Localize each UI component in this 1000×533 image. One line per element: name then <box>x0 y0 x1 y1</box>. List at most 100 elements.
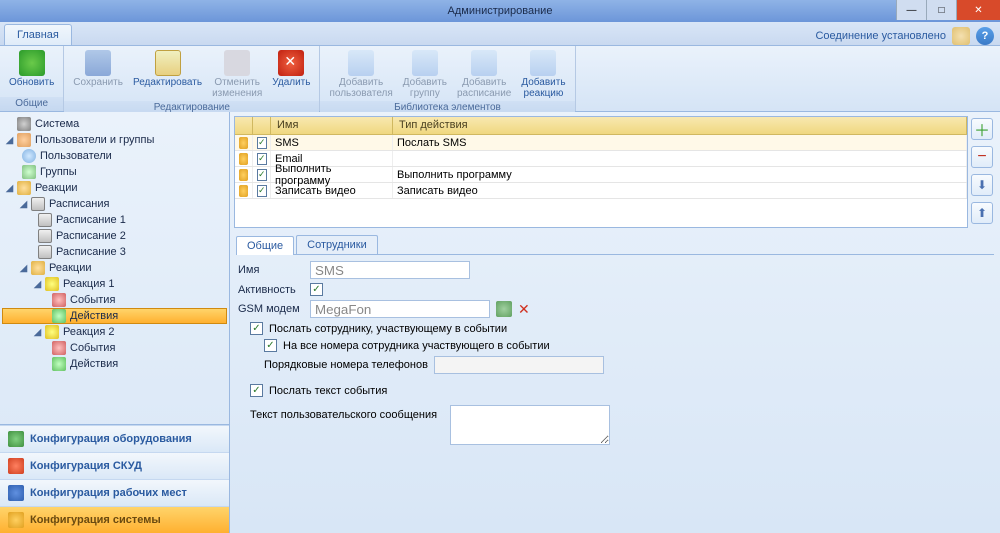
ord-numbers-input[interactable] <box>434 356 604 374</box>
modem-pick-icon[interactable] <box>496 301 512 317</box>
schedule-icon <box>38 213 52 227</box>
minimize-button[interactable]: — <box>896 0 926 20</box>
table-row[interactable]: ✓ Записать видео Записать видео <box>235 183 967 199</box>
react-icon <box>17 181 31 195</box>
tree-actions2[interactable]: Действия <box>2 356 227 372</box>
close-button[interactable]: ✕ <box>956 0 1000 20</box>
remove-row-button[interactable]: − <box>971 146 993 168</box>
tree-sched3[interactable]: Расписание 3 <box>2 244 227 260</box>
name-label: Имя <box>238 264 310 276</box>
gear-icon <box>17 117 31 131</box>
tab-general[interactable]: Общие <box>236 236 294 255</box>
row-checkbox[interactable]: ✓ <box>257 185 267 197</box>
add-group-button[interactable]: Добавить группу <box>398 48 452 101</box>
delete-button[interactable]: Удалить <box>267 48 315 101</box>
tree-sched1[interactable]: Расписание 1 <box>2 212 227 228</box>
help-icon[interactable]: ? <box>976 27 994 45</box>
sidebar-item-workplaces[interactable]: Конфигурация рабочих мест <box>0 479 229 506</box>
row-icon <box>239 153 248 165</box>
activity-label: Активность <box>238 284 310 296</box>
bolt-icon <box>45 277 59 291</box>
move-up-button[interactable]: ⬆ <box>971 202 993 224</box>
edit-button[interactable]: Редактировать <box>128 48 207 101</box>
sidebar: Система ◢Пользователи и группы Пользоват… <box>0 112 230 533</box>
row-icon <box>239 169 248 181</box>
send-participant-label: Послать сотруднику, участвующему в событ… <box>269 323 507 335</box>
schedule-icon <box>38 245 52 259</box>
table-row[interactable]: ✓ SMS Послать SMS <box>235 135 967 151</box>
maximize-button[interactable]: □ <box>926 0 956 20</box>
ribbon-group-general: Общие <box>0 97 63 111</box>
tree-users-groups[interactable]: ◢Пользователи и группы <box>2 132 227 148</box>
tree-groups[interactable]: Группы <box>2 164 227 180</box>
sidebar-item-system[interactable]: Конфигурация системы <box>0 506 229 533</box>
tree-system[interactable]: Система <box>2 116 227 132</box>
refresh-button[interactable]: Обновить <box>4 48 59 97</box>
user-msg-label: Текст пользовательского сообщения <box>250 405 450 421</box>
tab-staff[interactable]: Сотрудники <box>296 235 378 254</box>
add-row-button[interactable]: ＋ <box>971 118 993 140</box>
sys-icon <box>8 512 24 528</box>
wp-icon <box>8 485 24 501</box>
modem-input[interactable] <box>310 300 490 318</box>
tree-schedules[interactable]: ◢Расписания <box>2 196 227 212</box>
tab-main[interactable]: Главная <box>4 24 72 45</box>
tree-react2[interactable]: ◢Реакция 2 <box>2 324 227 340</box>
row-checkbox[interactable]: ✓ <box>257 137 267 149</box>
name-input[interactable] <box>310 261 470 279</box>
undo-button[interactable]: Отменить изменения <box>207 48 267 101</box>
tree-events1[interactable]: События <box>2 292 227 308</box>
tree-sched2[interactable]: Расписание 2 <box>2 228 227 244</box>
event-icon <box>52 341 66 355</box>
ord-numbers-label: Порядковые номера телефонов <box>264 359 428 371</box>
col-name[interactable]: Имя <box>271 117 393 134</box>
connection-icon <box>952 27 970 45</box>
row-checkbox[interactable]: ✓ <box>257 169 267 181</box>
add-schedule-button[interactable]: Добавить расписание <box>452 48 516 101</box>
tree-react1[interactable]: ◢Реакция 1 <box>2 276 227 292</box>
tree-events2[interactable]: События <box>2 340 227 356</box>
activity-checkbox[interactable]: ✓ <box>310 283 323 296</box>
col-type[interactable]: Тип действия <box>393 117 967 134</box>
move-down-button[interactable]: ⬇ <box>971 174 993 196</box>
action-icon <box>52 357 66 371</box>
sidebar-item-skud[interactable]: Конфигурация СКУД <box>0 452 229 479</box>
modem-label: GSM модем <box>238 303 310 315</box>
add-schedule-icon <box>471 50 497 76</box>
tree-reactions2[interactable]: ◢Реакции <box>2 260 227 276</box>
row-icon <box>239 185 248 197</box>
row-icon <box>239 137 248 149</box>
user-msg-input[interactable] <box>450 405 610 445</box>
col-icon[interactable] <box>235 117 253 134</box>
add-reaction-icon <box>530 50 556 76</box>
save-button[interactable]: Сохранить <box>68 48 128 101</box>
add-reaction-button[interactable]: Добавить реакцию <box>516 48 570 101</box>
delete-icon <box>278 50 304 76</box>
send-participant-checkbox[interactable]: ✓ <box>250 322 263 335</box>
action-icon <box>52 309 66 323</box>
group-icon <box>22 165 36 179</box>
hw-icon <box>8 431 24 447</box>
add-user-icon <box>348 50 374 76</box>
users-icon <box>17 133 31 147</box>
row-checkbox[interactable]: ✓ <box>257 153 267 165</box>
all-numbers-checkbox[interactable]: ✓ <box>264 339 277 352</box>
tree-reactions[interactable]: ◢Реакции <box>2 180 227 196</box>
schedule-icon <box>38 229 52 243</box>
add-user-button[interactable]: Добавить пользователя <box>324 48 397 101</box>
tree-users[interactable]: Пользователи <box>2 148 227 164</box>
window-title: Администрирование <box>448 5 553 17</box>
col-check[interactable] <box>253 117 271 134</box>
table-row[interactable]: ✓ Выполнить программу Выполнить программ… <box>235 167 967 183</box>
tabbar: Главная Соединение установлено ? <box>0 22 1000 46</box>
connection-status: Соединение установлено <box>815 30 946 42</box>
actions-grid: Имя Тип действия ✓ SMS Послать SMS ✓ Ema… <box>234 116 968 228</box>
user-icon <box>22 149 36 163</box>
titlebar: Администрирование — □ ✕ <box>0 0 1000 22</box>
tree-actions1[interactable]: Действия <box>2 308 227 324</box>
send-text-checkbox[interactable]: ✓ <box>250 384 263 397</box>
sidebar-item-hw[interactable]: Конфигурация оборудования <box>0 425 229 452</box>
modem-clear-icon[interactable]: ✕ <box>518 301 530 318</box>
bolt-icon <box>45 325 59 339</box>
react-icon <box>31 261 45 275</box>
